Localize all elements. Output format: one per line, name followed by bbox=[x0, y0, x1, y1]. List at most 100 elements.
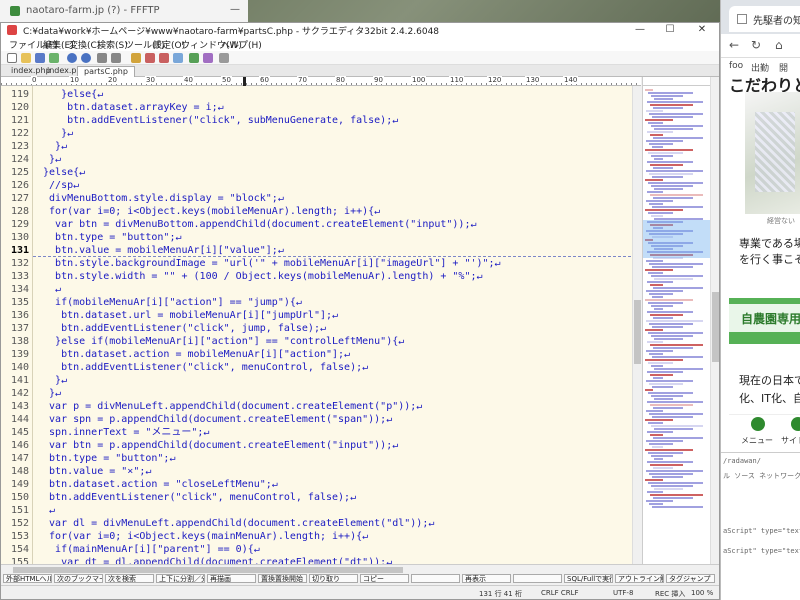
scrollbar-thumb[interactable] bbox=[13, 567, 403, 573]
function-key-button[interactable]: 上下に分割／分割解除 bbox=[156, 574, 205, 583]
code-line[interactable]: 121 btn.addEventListener("click", subMen… bbox=[1, 114, 641, 127]
code-line[interactable]: 136 btn.dataset.url = mobileMenuAr[i]["j… bbox=[1, 309, 641, 322]
function-key-button[interactable]: タグジャンプ bbox=[666, 574, 715, 583]
function-key-button[interactable]: SQL/Fullで実行 bbox=[564, 574, 613, 583]
scrollbar-thumb[interactable] bbox=[712, 292, 719, 362]
redo-icon[interactable] bbox=[81, 53, 91, 63]
bookmark-item[interactable]: foo bbox=[729, 61, 743, 71]
sitemap-label[interactable]: サイトマ bbox=[781, 435, 800, 446]
code-text[interactable]: var p = divMenuLeft.appendChild(document… bbox=[37, 400, 422, 413]
code-line[interactable]: 148 btn.value = "×";↵ bbox=[1, 465, 641, 478]
code-text[interactable]: var btn = divMenuBottom.appendChild(docu… bbox=[37, 218, 476, 231]
code-line[interactable]: 142 }↵ bbox=[1, 387, 641, 400]
code-text[interactable]: //sp↵ bbox=[37, 179, 79, 192]
minimap-viewport[interactable] bbox=[643, 220, 710, 258]
code-line[interactable]: 126 //sp↵ bbox=[1, 179, 641, 192]
code-line[interactable]: 125 }else{↵ bbox=[1, 166, 641, 179]
settings-icon[interactable] bbox=[219, 53, 229, 63]
function-key-button[interactable] bbox=[513, 574, 562, 583]
code-text[interactable]: btn.type = "button";↵ bbox=[37, 452, 175, 465]
back-arrow-icon[interactable]: ← bbox=[729, 38, 739, 52]
code-text[interactable]: ↵ bbox=[37, 283, 61, 296]
code-line[interactable]: 154 if(mainMenuAr[i]["parent"] == 0){↵ bbox=[1, 543, 641, 556]
code-text[interactable]: }↵ bbox=[37, 127, 73, 140]
replace-icon[interactable] bbox=[173, 53, 183, 63]
save-all-icon[interactable] bbox=[49, 53, 59, 63]
minimap-scrollbar[interactable] bbox=[710, 77, 719, 564]
code-text[interactable]: var dl = divMenuLeft.appendChild(documen… bbox=[37, 517, 434, 530]
code-line[interactable]: 146 var btn = p.appendChild(document.cre… bbox=[1, 439, 641, 452]
code-line[interactable]: 124 }↵ bbox=[1, 153, 641, 166]
code-text[interactable]: }↵ bbox=[37, 374, 67, 387]
code-line[interactable]: 128 for(var i=0; i<Object.keys(mobileMen… bbox=[1, 205, 641, 218]
code-text[interactable]: btn.addEventListener("click", jump, fals… bbox=[37, 322, 326, 335]
code-text[interactable]: }else if(mobileMenuAr[i]["action"] == "c… bbox=[37, 335, 404, 348]
code-text[interactable]: var btn = p.appendChild(document.createE… bbox=[37, 439, 398, 452]
reload-icon[interactable]: ↻ bbox=[751, 38, 761, 52]
minimize-icon[interactable]: — bbox=[230, 4, 240, 15]
code-text[interactable]: btn.dataset.url = mobileMenuAr[i]["jumpU… bbox=[37, 309, 338, 322]
menu-item-convert[interactable]: 変換(C) bbox=[69, 38, 100, 51]
code-line[interactable]: 120 btn.dataset.arrayKey = i;↵ bbox=[1, 101, 641, 114]
function-key-button[interactable]: アウトライン解析 bbox=[615, 574, 664, 583]
code-text[interactable]: btn.value = "×";↵ bbox=[37, 465, 151, 478]
code-text[interactable]: }else{↵ bbox=[37, 88, 103, 101]
code-line[interactable]: 133 btn.style.width = "" + (100 / Object… bbox=[1, 270, 641, 283]
function-key-button[interactable]: コピー bbox=[360, 574, 409, 583]
code-line[interactable]: 149 btn.dataset.action = "closeLeftMenu"… bbox=[1, 478, 641, 491]
function-key-button[interactable]: 再描画 bbox=[207, 574, 256, 583]
menu-item-help[interactable]: ヘルプ(H) bbox=[221, 38, 262, 51]
menu-icon[interactable] bbox=[751, 417, 765, 431]
code-text[interactable]: }↵ bbox=[37, 140, 67, 153]
code-line[interactable]: 155 var dt = dl.appendChild(document.cre… bbox=[1, 556, 641, 564]
ftp-client-window[interactable]: naotaro-farm.jp (?) - FFFTP — bbox=[0, 0, 248, 24]
code-text[interactable]: for(var i=0; i<Object.keys(mainMenuAr).l… bbox=[37, 530, 368, 543]
code-line[interactable]: 150 btn.addEventListener("click", menuCo… bbox=[1, 491, 641, 504]
close-button[interactable]: ✕ bbox=[689, 23, 715, 37]
code-text[interactable]: btn.addEventListener("click", menuContro… bbox=[37, 491, 356, 504]
minimize-button[interactable]: — bbox=[627, 23, 653, 37]
code-text[interactable]: btn.style.width = "" + (100 / Object.key… bbox=[37, 270, 482, 283]
code-text[interactable]: spn.innerText = "メニュー";↵ bbox=[37, 426, 209, 439]
code-line[interactable]: 145 spn.innerText = "メニュー";↵ bbox=[1, 426, 641, 439]
function-key-button[interactable]: 切り取り bbox=[309, 574, 358, 583]
code-line[interactable]: 123 }↵ bbox=[1, 140, 641, 153]
code-text[interactable]: for(var i=0; i<Object.keys(mobileMenuAr)… bbox=[37, 205, 380, 218]
code-text[interactable]: btn.style.backgroundImage = "url('" + mo… bbox=[37, 257, 501, 270]
code-text[interactable]: var spn = p.appendChild(document.createE… bbox=[37, 413, 392, 426]
function-key-button[interactable]: 外部HTMLヘルプ bbox=[3, 574, 52, 583]
home-icon[interactable]: ⌂ bbox=[775, 38, 783, 52]
code-text[interactable]: }↵ bbox=[37, 153, 61, 166]
code-text[interactable]: if(mainMenuAr[i]["parent"] == 0){↵ bbox=[37, 543, 260, 556]
search-prev-icon[interactable] bbox=[145, 53, 155, 63]
code-line[interactable]: 153 for(var i=0; i<Object.keys(mainMenuA… bbox=[1, 530, 641, 543]
code-line[interactable]: 129 var btn = divMenuBottom.appendChild(… bbox=[1, 218, 641, 231]
browser-window[interactable]: 先駆者の知 ← ↻ ⌂ foo 出勤 開 こだわりと 経営ない 専業である場 を… bbox=[720, 0, 800, 600]
code-line[interactable]: 130 btn.type = "button";↵ bbox=[1, 231, 641, 244]
minimap[interactable] bbox=[642, 77, 710, 564]
search-next-icon[interactable] bbox=[159, 53, 169, 63]
menu-item-search[interactable]: 検索(S) bbox=[97, 38, 128, 51]
new-file-icon[interactable] bbox=[7, 53, 17, 63]
code-line[interactable]: 140 btn.addEventListener("click", menuCo… bbox=[1, 361, 641, 374]
code-text[interactable]: }else{↵ bbox=[37, 166, 85, 179]
encoding[interactable]: UTF-8 bbox=[613, 589, 633, 597]
grep-icon[interactable] bbox=[189, 53, 199, 63]
function-key-button[interactable]: 置換置換開始 bbox=[258, 574, 307, 583]
code-text[interactable]: btn.addEventListener("click", menuContro… bbox=[37, 361, 368, 374]
menu-label[interactable]: メニュー bbox=[741, 435, 773, 446]
maximize-button[interactable]: ☐ bbox=[657, 23, 683, 37]
code-line[interactable]: 134 ↵ bbox=[1, 283, 641, 296]
code-line[interactable]: 127 divMenuBottom.style.display = "block… bbox=[1, 192, 641, 205]
code-line[interactable]: 137 btn.addEventListener("click", jump, … bbox=[1, 322, 641, 335]
code-line[interactable]: 138 }else if(mobileMenuAr[i]["action"] =… bbox=[1, 335, 641, 348]
code-line[interactable]: 132 btn.style.backgroundImage = "url('" … bbox=[1, 257, 641, 270]
code-line[interactable]: 143 var p = divMenuLeft.appendChild(docu… bbox=[1, 400, 641, 413]
code-text[interactable]: btn.addEventListener("click", subMenuGen… bbox=[37, 114, 398, 127]
code-line[interactable]: 144 var spn = p.appendChild(document.cre… bbox=[1, 413, 641, 426]
code-line[interactable]: 151 ↵ bbox=[1, 504, 641, 517]
code-line[interactable]: 141 }↵ bbox=[1, 374, 641, 387]
code-line[interactable]: 119 }else{↵ bbox=[1, 88, 641, 101]
function-key-button[interactable]: 再表示 bbox=[462, 574, 511, 583]
sitemap-icon[interactable] bbox=[791, 417, 800, 431]
